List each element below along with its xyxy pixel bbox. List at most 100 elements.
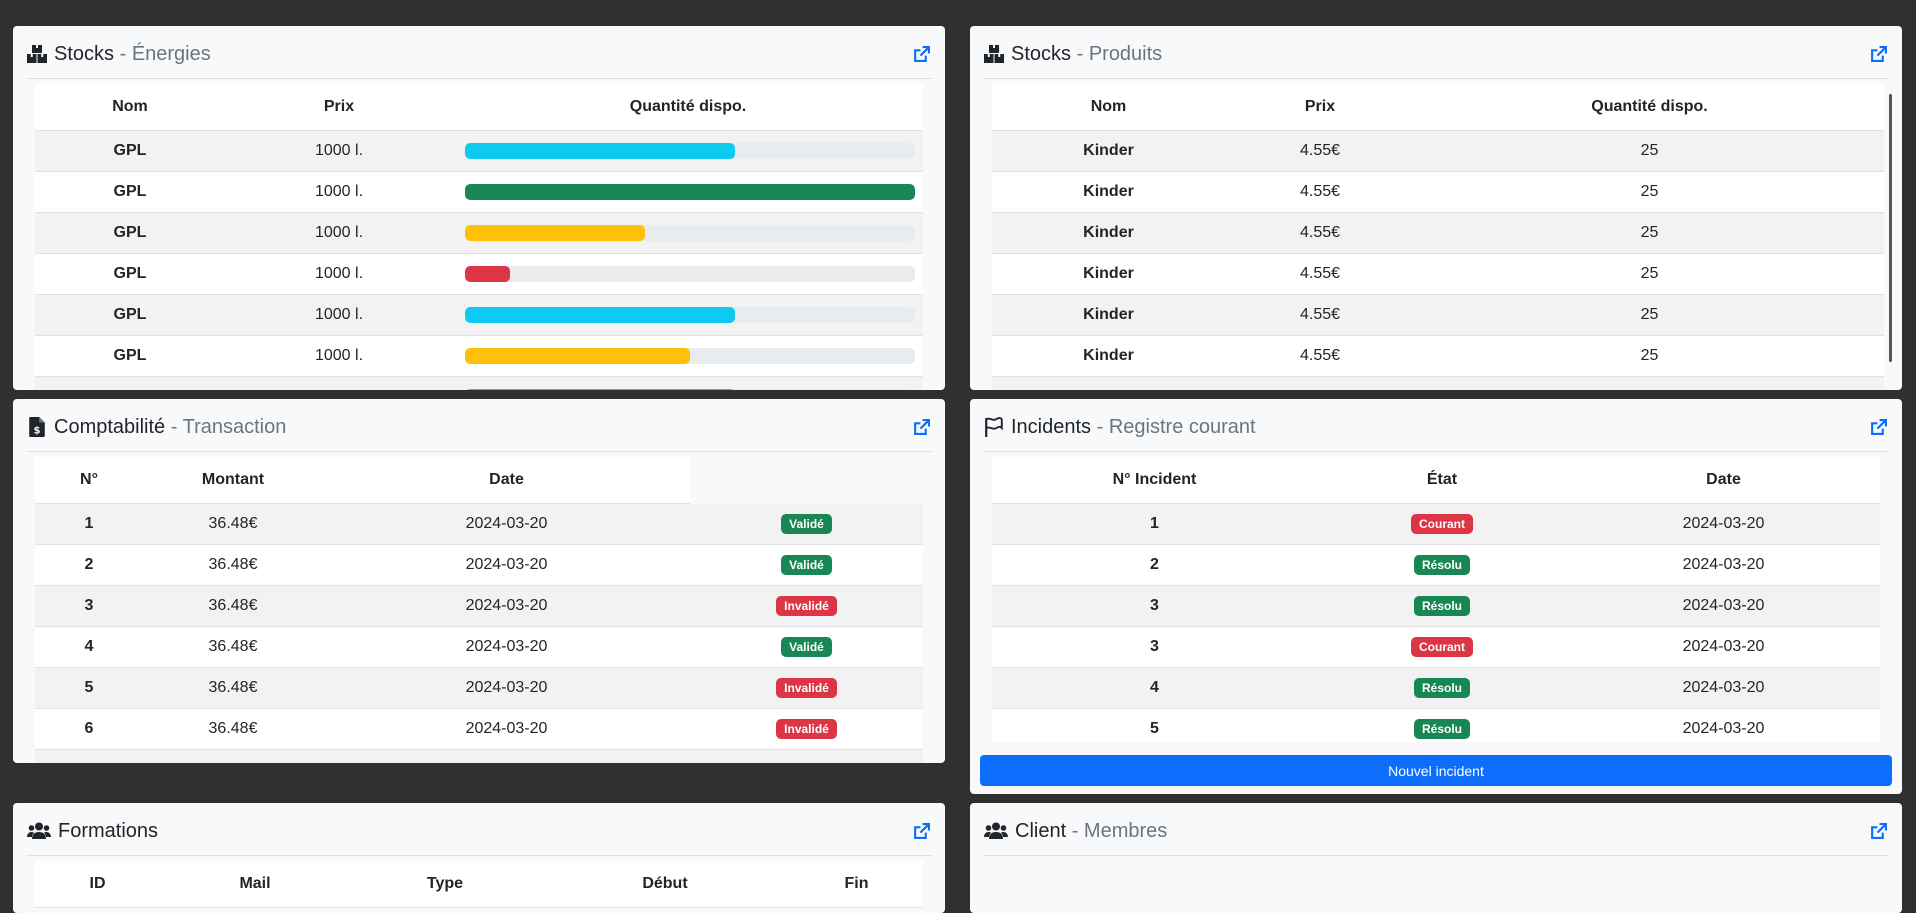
users-icon [983,820,1009,842]
quantity-progress-bar [465,184,915,200]
progress-fill [465,266,510,282]
col-header-prix[interactable]: Prix [1225,84,1415,131]
energies-table: Nom Prix Quantité dispo. GPL 1000 l. GPL 10… [35,84,923,390]
cell-prix: 4.55€ [1225,294,1415,336]
cell-date: 2024-03-20 [323,585,690,627]
produits-table-wrap[interactable]: Nom Prix Quantité dispo. Kinder 4.55€ 25 Ki… [992,84,1884,390]
cell-quantite [453,130,923,172]
cell-prix: 4.55€ [1225,130,1415,172]
invoice-dollar-icon [26,416,48,438]
cell-nom: Kinder [992,171,1225,213]
table-row: 5 36.48€ 2024-03-20 Invalidé [35,667,923,709]
compta-table-wrap[interactable]: N° Montant Date 1 36.48€ 2024-03-20 Validé 2… [35,457,923,763]
cell-prix: 1000 l. [225,294,453,336]
scrollbar-thumb[interactable] [1889,94,1892,362]
table-row: 4 36.48€ 2024-03-20 Validé [35,626,923,668]
progress-fill [465,143,735,159]
cell-etat: Résolu [1317,667,1567,709]
table-row: 3 Résolu 2024-03-20 [992,585,1880,627]
cell-numero-incident: 5 [992,708,1317,742]
table-row [35,376,923,390]
progress-fill [465,389,735,390]
table-row: 2 Résolu 2024-03-20 [992,544,1880,586]
cell-status: Validé [690,503,923,545]
col-header-etat[interactable]: État [1317,457,1567,504]
external-link-icon[interactable] [910,416,932,438]
new-incident-button[interactable]: Nouvel incident [980,755,1892,786]
cell-numero: 5 [35,667,143,709]
cell-date: 2024-03-20 [1567,544,1880,586]
table-row: Kinder 4.55€ 25 [992,130,1884,172]
status-badge: Invalidé [776,719,837,739]
cell-date: 2024-03-20 [323,544,690,586]
status-badge: Résolu [1413,555,1470,575]
cell-nom: Kinder [992,294,1225,336]
cell-numero: 6 [35,708,143,750]
col-header-prix[interactable]: Prix [225,84,453,131]
table-row: Kinder 4.55€ 25 [992,335,1884,377]
table-header-row: Nom Prix Quantité dispo. [992,84,1884,131]
panel-title: Client - Membres [1015,819,1168,842]
cell-nom: GPL [35,335,225,377]
table-header-row: N° Montant Date [35,457,923,504]
cell-numero: 2 [35,544,143,586]
external-link-icon[interactable] [910,43,932,65]
table-row: GPL 1000 l. [35,130,923,172]
cell-quantite: 25 [1415,130,1884,172]
cell-date: 2024-03-20 [323,503,690,545]
cell-prix: 1000 l. [225,253,453,295]
col-header-date[interactable]: Date [1567,457,1880,504]
cell-numero-incident: 2 [992,544,1317,586]
cell-prix [225,376,453,390]
status-badge: Résolu [1413,678,1470,698]
panel-header: Incidents - Registre courant [983,399,1889,452]
cell-prix: 1000 l. [225,335,453,377]
col-header-nom[interactable]: Nom [35,84,225,131]
panel-header: Comptabilité - Transaction [26,399,932,452]
cell-quantite: 25 [1415,335,1884,377]
cell-nom: Kinder [992,335,1225,377]
col-header-nom[interactable]: Nom [992,84,1225,131]
col-header-type[interactable]: Type [350,861,540,908]
col-header-date[interactable]: Date [323,457,690,504]
users-icon [26,820,52,842]
external-link-icon[interactable] [1867,416,1889,438]
panel-header: Stocks - Énergies [26,26,932,79]
col-header-id[interactable]: ID [35,861,160,908]
cell-prix: 4.55€ [1225,171,1415,213]
table-row: 3 Courant 2024-03-20 [992,626,1880,668]
quantity-progress-bar [465,266,915,282]
quantity-progress-bar [465,389,915,390]
col-header-debut[interactable]: Début [540,861,790,908]
table-row: Kinder 4.55€ 25 [992,294,1884,336]
col-header-numero[interactable]: N° [35,457,143,504]
external-link-icon[interactable] [910,820,932,842]
external-link-icon[interactable] [1867,43,1889,65]
cell-montant: 36.48€ [143,667,323,709]
col-header-quantite[interactable]: Quantité dispo. [453,84,923,131]
cell-numero-incident: 1 [992,503,1317,545]
incidents-table-wrap[interactable]: N° Incident État Date 1 Courant 2024-03-20… [992,457,1880,742]
cell-montant: 36.48€ [143,503,323,545]
cell-numero: 1 [35,503,143,545]
cell-nom: Kinder [992,212,1225,254]
col-header-quantite[interactable]: Quantité dispo. [1415,84,1884,131]
col-header-montant[interactable]: Montant [143,457,323,504]
col-header-mail[interactable]: Mail [160,861,350,908]
cell-status: Invalidé [690,667,923,709]
energies-table-wrap[interactable]: Nom Prix Quantité dispo. GPL 1000 l. GPL 10… [35,84,923,390]
cell-quantite [453,171,923,213]
cell-etat: Courant [1317,626,1567,668]
formations-table-wrap[interactable]: ID Mail Type Début Fin [35,861,923,913]
panel-title: Comptabilité - Transaction [54,415,287,438]
col-header-numero-incident[interactable]: N° Incident [992,457,1317,504]
cell-status: Invalidé [690,585,923,627]
col-header-fin[interactable]: Fin [790,861,923,908]
cell-etat: Résolu [1317,708,1567,742]
external-link-icon[interactable] [1867,820,1889,842]
panel-client: Client - Membres [970,803,1902,913]
cell-numero-incident: 3 [992,585,1317,627]
table-row: GPL 1000 l. [35,294,923,336]
panel-incidents: Incidents - Registre courant N° Incident… [970,399,1902,794]
incidents-table: N° Incident État Date 1 Courant 2024-03-20… [992,457,1880,742]
